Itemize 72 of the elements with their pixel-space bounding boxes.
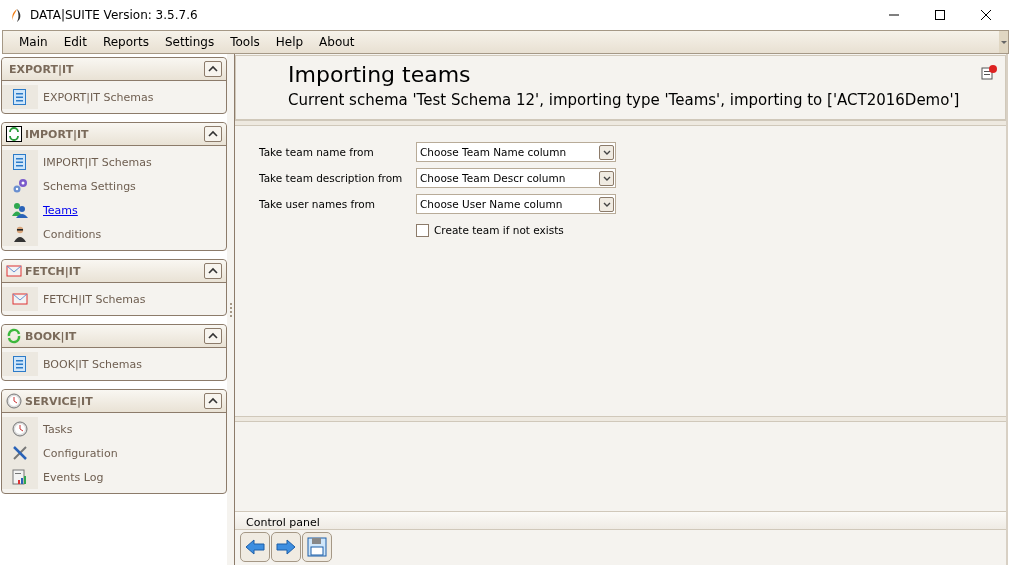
nav-item[interactable]: BOOK|IT Schemas bbox=[43, 357, 142, 371]
menu-item[interactable]: Settings bbox=[156, 35, 223, 49]
section-title: FETCH|IT bbox=[25, 264, 82, 278]
field-label: Take team description from bbox=[259, 172, 404, 184]
menu-item[interactable]: Tools bbox=[222, 35, 268, 49]
menu-overflow-button[interactable] bbox=[999, 31, 1008, 53]
chevron-up-icon bbox=[208, 130, 218, 138]
list-icon bbox=[12, 89, 28, 105]
clock-icon bbox=[6, 393, 22, 409]
window-title: DATA|SUITE Version: 3.5.7.6 bbox=[30, 8, 199, 22]
import-icon bbox=[6, 126, 22, 142]
nav-item[interactable]: Configuration bbox=[43, 446, 118, 460]
page-subtitle: Current schema 'Test Schema 12', importing type 'Teams', importing to ['ACT2016Demo'] bbox=[288, 91, 961, 109]
nav-item[interactable]: FETCH|IT Schemas bbox=[43, 292, 146, 306]
person-icon bbox=[12, 226, 28, 242]
section-title: EXPORT|IT bbox=[9, 62, 75, 76]
collapse-button[interactable] bbox=[204, 126, 222, 142]
dropdown[interactable]: Choose Team Name column bbox=[416, 142, 616, 162]
list-icon bbox=[12, 356, 28, 372]
splitter-handle[interactable] bbox=[229, 302, 232, 317]
nav-link[interactable]: Teams bbox=[43, 203, 78, 217]
section-title: SERVICE|IT bbox=[25, 394, 94, 408]
caret-icon bbox=[1000, 40, 1007, 44]
gears-icon bbox=[12, 178, 28, 194]
left-arrow-icon bbox=[245, 537, 265, 557]
close-icon[interactable] bbox=[981, 10, 991, 20]
sync-icon bbox=[6, 328, 22, 344]
toolbar-button[interactable] bbox=[271, 532, 301, 562]
caret-icon bbox=[602, 174, 611, 182]
collapse-button[interactable] bbox=[204, 61, 222, 77]
nav-item[interactable]: Events Log bbox=[43, 470, 104, 484]
right-arrow-icon bbox=[276, 537, 296, 557]
collapse-button[interactable] bbox=[204, 328, 222, 344]
field-label: Take team name from bbox=[259, 146, 375, 158]
menu-item[interactable]: Help bbox=[267, 35, 312, 49]
maximize-icon[interactable] bbox=[935, 10, 945, 20]
toolbar-button[interactable] bbox=[302, 532, 332, 562]
envelope-icon bbox=[12, 291, 28, 307]
chevron-up-icon bbox=[208, 65, 218, 73]
menu-item[interactable]: About bbox=[311, 35, 363, 49]
collapse-button[interactable] bbox=[204, 263, 222, 279]
collapse-button[interactable] bbox=[204, 393, 222, 409]
clock-icon bbox=[12, 421, 28, 437]
toolbar-button[interactable] bbox=[240, 532, 270, 562]
nav-item[interactable]: EXPORT|IT Schemas bbox=[43, 90, 154, 104]
menu-item[interactable]: Edit bbox=[55, 35, 95, 49]
checkbox[interactable] bbox=[416, 223, 429, 237]
checkbox-label: Create team if not exists bbox=[434, 224, 564, 236]
chevron-up-icon bbox=[208, 267, 218, 275]
envelope-icon bbox=[6, 263, 22, 279]
list-icon bbox=[12, 154, 28, 170]
caret-icon bbox=[602, 200, 611, 208]
tools-icon bbox=[12, 445, 28, 461]
menu-item[interactable]: Main bbox=[11, 35, 56, 49]
page-title: Importing teams bbox=[288, 61, 472, 89]
nav-item[interactable]: Schema Settings bbox=[43, 179, 136, 193]
dropdown[interactable]: Choose Team Descr column bbox=[416, 168, 616, 188]
report-icon bbox=[12, 469, 28, 485]
dropdown[interactable]: Choose User Name column bbox=[416, 194, 616, 214]
chevron-up-icon bbox=[208, 332, 218, 340]
nav-item[interactable]: Conditions bbox=[43, 227, 102, 241]
menu-item[interactable]: Reports bbox=[94, 35, 157, 49]
panel-title: Control panel bbox=[235, 512, 1006, 530]
field-label: Take user names from bbox=[259, 198, 376, 210]
section-title: IMPORT|IT bbox=[25, 127, 90, 141]
section-title: BOOK|IT bbox=[25, 329, 78, 343]
nav-item[interactable]: Tasks bbox=[43, 422, 73, 436]
help-icon[interactable] bbox=[981, 64, 997, 80]
chevron-up-icon bbox=[208, 397, 218, 405]
people-icon bbox=[12, 202, 28, 218]
nav-item[interactable]: IMPORT|IT Schemas bbox=[43, 155, 152, 169]
caret-icon bbox=[602, 148, 611, 156]
